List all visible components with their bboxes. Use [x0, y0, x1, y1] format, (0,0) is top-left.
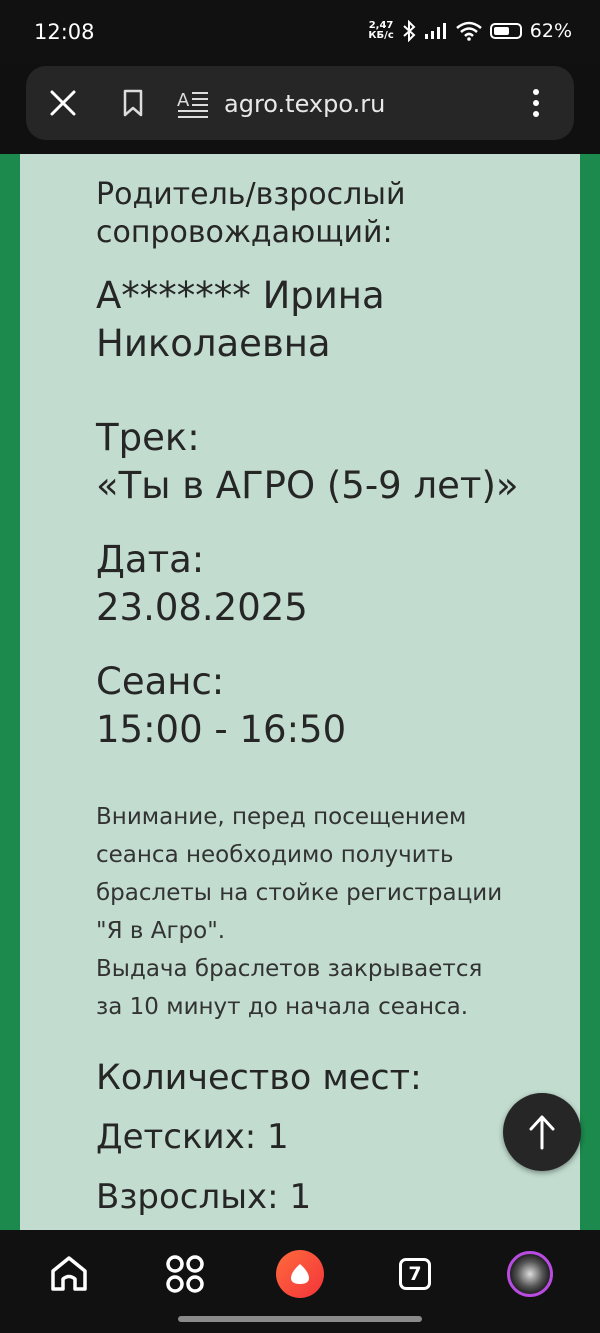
- session-value: 15:00 - 16:50: [96, 708, 347, 751]
- adult-seats: Взрослых: 1: [96, 1177, 312, 1217]
- tabs-count-icon: 7: [399, 1258, 431, 1290]
- bluetooth-icon: [403, 20, 416, 42]
- battery-percent: 62%: [529, 20, 572, 42]
- profile-button[interactable]: [502, 1246, 558, 1302]
- arrow-up-icon: [529, 1115, 555, 1150]
- battery-icon: [489, 23, 522, 39]
- network-speed: 2,47 КБ/с: [368, 20, 394, 41]
- parent-label: Родитель/взрослый сопровождающий:: [96, 177, 406, 250]
- reader-mode-icon[interactable]: A: [176, 88, 210, 118]
- alice-icon: [276, 1250, 324, 1298]
- url-text[interactable]: agro.texpo.ru: [224, 90, 385, 118]
- bookmark-icon[interactable]: [118, 88, 148, 118]
- more-menu-icon[interactable]: [526, 88, 546, 118]
- date-block: Дата: 23.08.2025: [96, 536, 536, 632]
- notice-text: Внимание, перед посещением сеанса необхо…: [96, 804, 503, 1020]
- home-indicator[interactable]: [178, 1316, 422, 1322]
- signal-icon: [424, 23, 446, 39]
- track-label: Трек:: [96, 416, 200, 459]
- session-label: Сеанс:: [96, 660, 225, 703]
- svg-text:A: A: [177, 90, 190, 111]
- date-value: 23.08.2025: [96, 586, 308, 629]
- status-time: 12:08: [34, 20, 95, 44]
- avatar: [507, 1251, 553, 1297]
- track-value: «Ты в АГРО (5-9 лет)»: [96, 464, 519, 507]
- ticket-card: Родитель/взрослый сопровождающий: А*****…: [20, 154, 580, 1230]
- battery-fill: [493, 27, 509, 35]
- home-icon: [51, 1256, 87, 1291]
- ticket-content: Родитель/взрослый сопровождающий: А*****…: [96, 176, 536, 1220]
- scroll-to-top-button[interactable]: [503, 1093, 581, 1171]
- date-label: Дата:: [96, 538, 205, 581]
- browser-url-bar: A agro.texpo.ru: [26, 66, 574, 140]
- track-block: Трек: «Ты в АГРО (5-9 лет)»: [96, 414, 536, 510]
- session-block: Сеанс: 15:00 - 16:50: [96, 658, 536, 754]
- children-seats: Детских: 1: [96, 1117, 289, 1157]
- seats-title: Количество мест:: [96, 1058, 422, 1098]
- parent-name: А******* Ирина Николаевна: [96, 274, 385, 365]
- grid-icon: [166, 1255, 204, 1293]
- wifi-icon: [455, 21, 482, 41]
- tabs-button[interactable]: 7: [387, 1246, 443, 1302]
- home-button[interactable]: [41, 1246, 97, 1302]
- close-icon[interactable]: [48, 88, 78, 118]
- status-indicators: 2,47 КБ/с 62%: [368, 20, 572, 42]
- services-button[interactable]: [157, 1246, 213, 1302]
- web-page: Родитель/взрослый сопровождающий: А*****…: [0, 154, 600, 1230]
- status-bar: 12:08 2,47 КБ/с 62%: [0, 0, 600, 64]
- alice-button[interactable]: [272, 1246, 328, 1302]
